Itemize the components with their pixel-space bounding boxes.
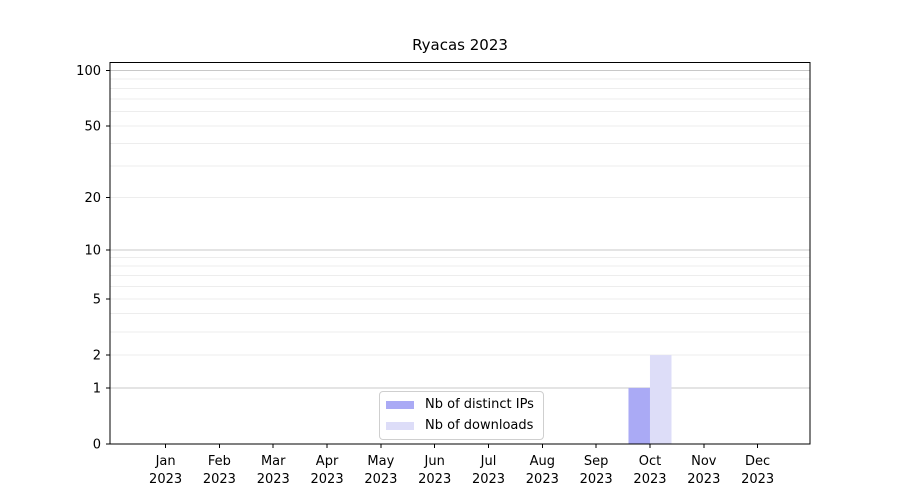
legend-swatch-distinct-ips — [386, 401, 414, 409]
y-tick-label: 50 — [84, 119, 101, 134]
plot-border — [109, 61, 811, 445]
y-tick-label: 0 — [93, 438, 101, 453]
legend-swatch-downloads — [386, 422, 414, 430]
bar-oct-distinct-ips — [628, 387, 650, 444]
x-tick-label: Apr 2023 — [311, 454, 344, 487]
legend-label-downloads: Nb of downloads — [425, 418, 534, 433]
y-tick-label: 10 — [84, 243, 101, 258]
y-tick-label: 1 — [93, 381, 101, 396]
x-tick-label: Jan 2023 — [149, 454, 182, 487]
x-tick-label: Nov 2023 — [687, 454, 720, 487]
y-tick-label: 100 — [76, 64, 101, 79]
x-tick-label: Feb 2023 — [203, 454, 236, 487]
x-tick-label: Dec 2023 — [741, 454, 774, 487]
bar-oct-downloads — [649, 355, 672, 444]
legend: Nb of distinct IPs Nb of downloads — [379, 391, 544, 440]
legend-label-distinct-ips: Nb of distinct IPs — [425, 397, 534, 412]
x-tick-label: Jul 2023 — [472, 454, 505, 487]
x-tick-label: May 2023 — [364, 454, 397, 487]
y-tick-label: 2 — [93, 349, 101, 364]
y-tick-label: 5 — [93, 292, 101, 307]
x-tick-label: Oct 2023 — [633, 454, 666, 487]
chart-title: Ryacas 2023 — [412, 36, 508, 54]
x-tick-label: Aug 2023 — [526, 454, 559, 487]
x-tick-label: Jun 2023 — [418, 454, 451, 487]
figure: Ryacas 2023 0 1 2 5 10 20 50 100 Jan 2023 Feb 2023 M… — [0, 0, 900, 500]
y-tick-label: 20 — [84, 191, 101, 206]
x-tick-label: Mar 2023 — [257, 454, 290, 487]
legend-item-downloads: Nb of downloads — [386, 417, 534, 435]
x-tick-label: Sep 2023 — [580, 454, 613, 487]
legend-item-distinct-ips: Nb of distinct IPs — [386, 396, 534, 414]
